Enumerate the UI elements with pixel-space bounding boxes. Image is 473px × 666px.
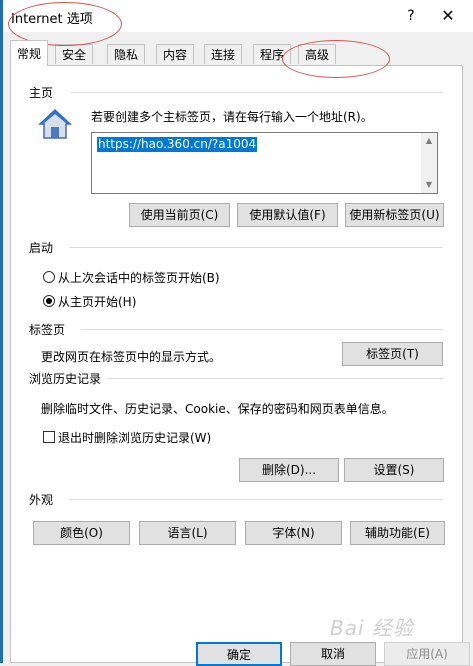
tab-privacy[interactable]: 隐私: [107, 44, 146, 64]
tabs-section-label: 标签页: [29, 321, 70, 338]
watermark: Bai 经验: [330, 616, 414, 640]
history-divider: [107, 378, 443, 379]
history-settings-button[interactable]: 设置(S): [344, 458, 444, 482]
delete-history-button[interactable]: 删除(D)...: [239, 458, 339, 482]
tab-connections[interactable]: 连接: [204, 44, 243, 64]
startup-homepage-label[interactable]: 从主页开始(H): [58, 293, 136, 310]
use-new-tab-button[interactable]: 使用新标签页(U): [345, 203, 444, 227]
tabs-divider: [81, 329, 443, 330]
startup-divider: [69, 247, 443, 248]
accessibility-button[interactable]: 辅助功能(E): [350, 521, 445, 545]
help-button[interactable]: ?: [391, 0, 431, 32]
scroll-down-icon[interactable]: ▼: [421, 177, 437, 193]
homepage-section-label: 主页: [29, 84, 58, 101]
house-icon: [38, 108, 72, 139]
history-section-label: 浏览历史记录: [29, 370, 106, 387]
colors-button[interactable]: 颜色(O): [33, 521, 130, 545]
startup-last-session-radio[interactable]: [43, 271, 55, 283]
delete-on-exit-checkbox[interactable]: [43, 431, 55, 443]
languages-button[interactable]: 语言(L): [139, 521, 236, 545]
startup-homepage-radio[interactable]: [43, 295, 55, 307]
use-default-button[interactable]: 使用默认值(F): [237, 203, 338, 227]
tab-content[interactable]: 内容: [156, 44, 195, 64]
homepage-url-value: https://hao.360.cn/?a1004: [97, 137, 258, 152]
delete-on-exit-label[interactable]: 退出时删除浏览历史记录(W): [58, 429, 211, 446]
use-current-page-button[interactable]: 使用当前页(C): [129, 203, 230, 227]
appearance-divider: [69, 499, 443, 500]
startup-last-session-label[interactable]: 从上次会话中的标签页开始(B): [58, 269, 220, 286]
tabs-description: 更改网页在标签页中的显示方式。: [41, 350, 222, 364]
scroll-up-icon[interactable]: ▲: [421, 133, 437, 149]
fonts-button[interactable]: 字体(N): [245, 521, 342, 545]
cancel-button[interactable]: 取消: [290, 642, 376, 666]
history-description: 删除临时文件、历史记录、Cookie、保存的密码和网页表单信息。: [41, 402, 394, 416]
tabs-settings-button[interactable]: 标签页(T): [342, 342, 443, 366]
ok-button[interactable]: 确定: [196, 642, 282, 666]
homepage-instruction: 若要创建多个主标签页，请在每行输入一个地址(R)。: [91, 110, 373, 124]
tab-security[interactable]: 安全: [55, 44, 94, 64]
tab-general[interactable]: 常规: [10, 40, 49, 66]
homepage-url-textarea[interactable]: https://hao.360.cn/?a1004 ▲ ▼: [91, 132, 438, 194]
textarea-scrollbar[interactable]: ▲ ▼: [421, 133, 437, 193]
apply-button[interactable]: 应用(A): [384, 642, 470, 666]
homepage-divider: [71, 92, 443, 93]
close-button[interactable]: ✕: [428, 0, 468, 32]
annotation-ellipse-advanced-tab: [282, 40, 390, 78]
general-tab-panel: 主页 若要创建多个主标签页，请在每行输入一个地址(R)。 https://hao…: [10, 65, 463, 663]
appearance-section-label: 外观: [29, 491, 58, 508]
window-edge: [0, 0, 3, 663]
startup-section-label: 启动: [29, 239, 58, 256]
